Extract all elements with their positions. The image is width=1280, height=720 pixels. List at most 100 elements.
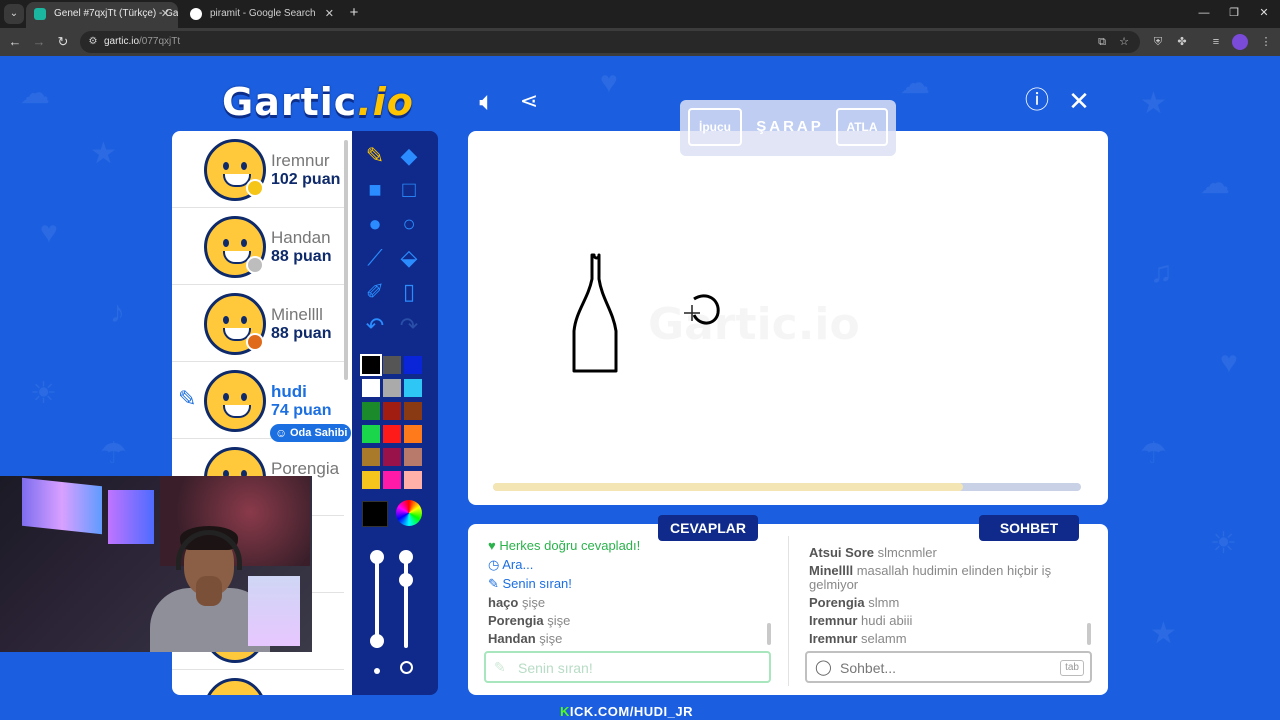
color-swatch[interactable]	[404, 425, 422, 443]
chat-text: slmm	[868, 595, 900, 610]
player-row-drawing[interactable]: ✎ hudi 74 puan Oda Sahibi	[172, 362, 352, 442]
color-swatch[interactable]	[404, 448, 422, 466]
stream-url-watermark: KICK.COM/HUDI_JR	[560, 704, 693, 719]
color-swatch[interactable]	[383, 402, 401, 420]
pencil-tool-icon[interactable]: ✎	[360, 141, 390, 171]
player-row[interactable]	[172, 670, 344, 695]
bookmark-star-icon[interactable]: ☆	[1116, 34, 1132, 50]
answer-input[interactable]: ✎ Senin sıran!	[484, 651, 771, 683]
filled-rectangle-tool-icon[interactable]: ■	[360, 175, 390, 205]
panel-divider	[788, 536, 789, 686]
color-swatch[interactable]	[404, 471, 422, 489]
sound-icon[interactable]: 🔈︎	[472, 86, 502, 116]
pencil-icon: ✎	[178, 386, 197, 411]
url-field[interactable]: ⚙ gartic.io/077qxjTt	[80, 31, 1140, 53]
player-row[interactable]: Handan 88 puan	[172, 208, 344, 285]
gartic-favicon-icon	[34, 8, 46, 20]
color-swatch[interactable]	[362, 425, 380, 443]
color-picker-wheel-icon[interactable]	[396, 500, 422, 526]
brush-size-knob-bottom[interactable]	[370, 634, 384, 648]
pencil-icon: ✎	[488, 576, 503, 591]
shield-extension-icon[interactable]: ⛨	[1150, 34, 1166, 50]
close-tab-icon[interactable]: ✕	[161, 2, 170, 26]
new-page-icon[interactable]: ▯	[394, 277, 424, 307]
pattern-star-icon: ★	[1150, 617, 1177, 650]
player-row[interactable]: Iremnur 102 puan	[172, 131, 344, 208]
filled-circle-tool-icon[interactable]: ●	[360, 209, 390, 239]
opacity-knob[interactable]	[399, 550, 413, 564]
tab-chat[interactable]: SOHBET	[979, 515, 1079, 541]
forward-arrow-icon[interactable]: →	[30, 33, 48, 51]
opacity-knob-bottom[interactable]	[399, 573, 413, 587]
drawing-strokes	[572, 253, 720, 373]
color-swatch[interactable]	[362, 471, 380, 489]
time-progress-bar	[493, 483, 1081, 491]
rectangle-tool-icon[interactable]: □	[394, 175, 424, 205]
answers-scrollbar[interactable]	[767, 623, 771, 645]
pattern-note-icon: ♪	[110, 296, 125, 329]
profile-avatar[interactable]	[1232, 34, 1248, 50]
color-swatch[interactable]	[383, 448, 401, 466]
redo-icon[interactable]: ↷	[394, 311, 424, 341]
pattern-cloud-icon: ☁	[900, 67, 930, 100]
restore-icon[interactable]: ❐	[1224, 4, 1244, 22]
tab-search-icon[interactable]: ⌄	[4, 4, 24, 24]
color-swatch[interactable]	[383, 471, 401, 489]
status-badge	[246, 179, 264, 197]
color-swatch[interactable]	[362, 379, 380, 397]
fill-bucket-icon[interactable]: ⬙	[394, 243, 424, 273]
answer-message: ♥ Herkes doğru cevapladı!	[488, 538, 640, 553]
undo-icon[interactable]: ↶	[360, 311, 390, 341]
url-text: gartic.io/077qxjTt	[104, 31, 180, 53]
back-arrow-icon[interactable]: ←	[6, 33, 24, 51]
close-tab-icon[interactable]: ✕	[325, 2, 334, 26]
chat-message: Iremnur selamm	[809, 631, 907, 646]
media-control-icon[interactable]: ≡	[1208, 34, 1224, 50]
hint-button[interactable]: İpucu	[688, 108, 742, 146]
avatar	[204, 678, 266, 695]
color-swatch[interactable]	[362, 402, 380, 420]
circle-tool-icon[interactable]: ○	[394, 209, 424, 239]
players-scrollbar[interactable]	[344, 140, 348, 380]
answer-user: Porengia	[488, 613, 544, 628]
browser-tab-gartic[interactable]: Genel #7qxjTt (Türkçe) - Gartic.io ✕	[26, 2, 178, 28]
new-tab-plus-icon[interactable]: +	[346, 4, 362, 22]
skip-button[interactable]: ATLA	[836, 108, 888, 146]
color-swatch[interactable]	[360, 354, 382, 376]
close-window-icon[interactable]: ✕	[1254, 4, 1274, 22]
color-swatch[interactable]	[383, 379, 401, 397]
brush-size-knob[interactable]	[370, 550, 384, 564]
close-room-icon[interactable]: ✕	[1064, 86, 1094, 116]
color-swatch[interactable]	[383, 356, 401, 374]
site-settings-icon[interactable]: ⚙	[86, 35, 100, 49]
small-brush-dot	[374, 668, 380, 674]
color-swatch[interactable]	[404, 356, 422, 374]
chat-scrollbar[interactable]	[1087, 623, 1091, 645]
extensions-puzzle-icon[interactable]: ✤	[1174, 34, 1190, 50]
tab-answers[interactable]: CEVAPLAR	[658, 515, 758, 541]
info-icon[interactable]: ⓘ	[1022, 86, 1052, 116]
line-tool-icon[interactable]: ⟋	[360, 243, 390, 273]
color-swatch[interactable]	[383, 425, 401, 443]
color-swatch[interactable]	[404, 402, 422, 420]
player-score: 102 puan	[271, 171, 341, 188]
google-favicon-icon	[190, 8, 202, 20]
browser-menu-icon[interactable]: ⋮	[1258, 34, 1274, 50]
player-score: 88 puan	[271, 248, 332, 265]
eraser-tool-icon[interactable]: ◆	[394, 141, 424, 171]
chat-input[interactable]: ◯ Sohbet... tab	[805, 651, 1092, 683]
browser-tab-google[interactable]: piramit - Google Search ✕	[182, 2, 342, 28]
answer-message: ✎ Senin sıran!	[488, 576, 572, 592]
answer-text: Herkes doğru cevapladı!	[499, 538, 641, 553]
player-row[interactable]: Minellll 88 puan	[172, 285, 344, 362]
drawing-canvas[interactable]: Gartic.io	[468, 131, 1108, 505]
minimize-icon[interactable]: —	[1194, 4, 1214, 22]
color-swatch[interactable]	[404, 379, 422, 397]
share-icon[interactable]: ⋖	[514, 86, 544, 116]
install-app-icon[interactable]: ⧉	[1094, 34, 1110, 50]
answer-message: Handan şişe	[488, 631, 562, 646]
color-swatch[interactable]	[362, 448, 380, 466]
eyedropper-icon[interactable]: ✐	[360, 277, 390, 307]
opacity-slider[interactable]	[404, 556, 408, 648]
reload-icon[interactable]: ↻	[54, 33, 72, 51]
